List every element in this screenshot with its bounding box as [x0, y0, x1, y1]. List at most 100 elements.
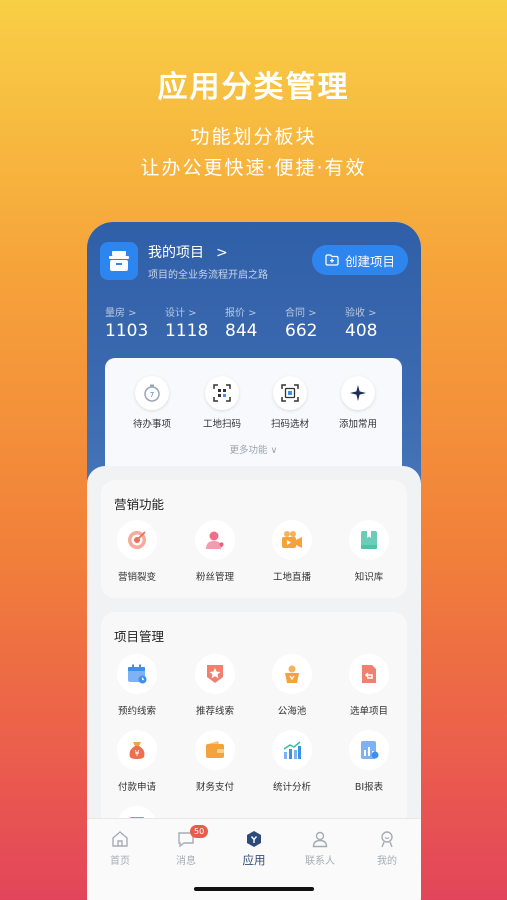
stat-value: 844 [225, 321, 258, 341]
unread-badge: 50 [190, 825, 209, 838]
app-knowledge-base[interactable]: 知识库 [333, 520, 405, 583]
app-referral-leads[interactable]: 推荐线索 [179, 654, 251, 717]
tab-messages[interactable]: 50 消息 [156, 825, 216, 867]
scan-material-icon [273, 376, 307, 410]
chevron-right-icon: > [216, 245, 228, 261]
create-project-button[interactable]: 创建项目 [312, 245, 408, 275]
app-statistics[interactable]: 统计分析 [256, 730, 328, 793]
report-icon [349, 730, 389, 770]
promo-title: 应用分类管理 [157, 70, 350, 105]
quick-site-scan[interactable]: 工地扫码 [187, 376, 257, 430]
tab-label: 首页 [110, 856, 130, 867]
plus-star-icon [341, 376, 375, 410]
stat-quote[interactable]: 报价 > 844 [225, 304, 285, 341]
home-icon [90, 829, 150, 849]
bar-chart-icon [272, 730, 312, 770]
contacts-icon [290, 829, 350, 849]
quick-scan-material[interactable]: 扫码选材 [255, 376, 325, 430]
project-description: 项目的全业务流程开启之路 [148, 270, 268, 281]
quick-add-frequent[interactable]: 添加常用 [323, 376, 393, 430]
tab-contacts[interactable]: 联系人 [290, 829, 350, 867]
book-icon [349, 520, 389, 560]
stat-measure[interactable]: 量房 > 1103 [105, 304, 165, 341]
app-label: 财务支付 [195, 782, 234, 793]
quick-label: 扫码选材 [270, 419, 309, 430]
app-label: 公海池 [277, 706, 307, 717]
tab-apps[interactable]: 应用 [224, 829, 284, 868]
target-icon [117, 520, 157, 560]
document-return-icon [349, 654, 389, 694]
project-management-section: 项目管理 预约线索 推荐线索 公海池 选单项目 ¥ 付款申请 财务支付 统计分析… [101, 612, 407, 852]
stat-label: 设计 > [165, 308, 197, 319]
app-label: 知识库 [354, 572, 384, 583]
section-title: 项目管理 [114, 629, 165, 644]
tab-home[interactable]: 首页 [90, 829, 150, 867]
app-label: 营销裂变 [117, 572, 156, 583]
app-label: 选单项目 [349, 706, 388, 717]
app-label: 统计分析 [272, 782, 311, 793]
fan-user-icon [195, 520, 235, 560]
app-label: 推荐线索 [195, 706, 234, 717]
app-label: BI报表 [354, 782, 384, 793]
profile-icon [357, 829, 417, 849]
stat-label: 报价 > [225, 308, 257, 319]
section-title: 营销功能 [114, 497, 165, 512]
apps-icon [224, 829, 284, 849]
promo-subtitle-2: 让办公更快速·便捷·有效 [140, 157, 367, 179]
promo-subtitle: 功能划分板块 [190, 126, 317, 148]
app-site-live[interactable]: 工地直播 [256, 520, 328, 583]
svg-text:¥: ¥ [134, 749, 139, 758]
more-functions-toggle[interactable]: 更多功能 ∨ [105, 442, 402, 456]
toolbox-icon [100, 242, 138, 280]
app-selected-projects[interactable]: 选单项目 [333, 654, 405, 717]
stat-label: 量房 > [105, 308, 137, 319]
quick-label: 工地扫码 [202, 419, 241, 430]
stat-value: 1103 [105, 321, 149, 341]
quick-label: 待办事项 [132, 419, 171, 430]
stat-design[interactable]: 设计 > 1118 [165, 304, 225, 341]
wallet-icon [195, 730, 235, 770]
video-camera-icon [272, 520, 312, 560]
tab-label: 应用 [242, 853, 266, 867]
tab-label: 消息 [176, 856, 196, 867]
folder-plus-icon [325, 254, 339, 266]
tab-label: 我的 [377, 856, 397, 867]
app-label: 预约线索 [117, 706, 156, 717]
bottom-tab-bar: 首页 50 消息 应用 联系人 我的 [87, 818, 421, 900]
stopwatch-icon: 7 [135, 376, 169, 410]
svg-text:7: 7 [150, 391, 154, 399]
scan-icon [205, 376, 239, 410]
app-bi-report[interactable]: BI报表 [333, 730, 405, 793]
calendar-icon [117, 654, 157, 694]
tab-label: 联系人 [305, 856, 335, 867]
quick-todo[interactable]: 7 待办事项 [117, 376, 187, 430]
app-payment-request[interactable]: ¥ 付款申请 [101, 730, 173, 793]
trophy-icon [272, 654, 312, 694]
app-fan-management[interactable]: 粉丝管理 [179, 520, 251, 583]
app-marketing-fission[interactable]: 营销裂变 [101, 520, 173, 583]
app-label: 付款申请 [117, 782, 156, 793]
app-label: 工地直播 [272, 572, 311, 583]
stat-label: 验收 > [345, 308, 377, 319]
tab-profile[interactable]: 我的 [357, 829, 417, 867]
home-indicator [194, 887, 314, 891]
stat-value: 1118 [165, 321, 209, 341]
project-stats: 量房 > 1103 设计 > 1118 报价 > 844 合同 > 662 验收… [105, 304, 405, 344]
app-appointment-leads[interactable]: 预约线索 [101, 654, 173, 717]
stat-contract[interactable]: 合同 > 662 [285, 304, 345, 341]
my-projects-link[interactable]: 我的项目 > [148, 242, 228, 262]
stat-value: 662 [285, 321, 318, 341]
app-label: 粉丝管理 [195, 572, 234, 583]
create-project-label: 创建项目 [344, 253, 395, 269]
star-badge-icon [195, 654, 235, 694]
stat-value: 408 [345, 321, 378, 341]
project-title: 我的项目 [148, 245, 204, 261]
stat-acceptance[interactable]: 验收 > 408 [345, 304, 405, 341]
marketing-section: 营销功能 营销裂变 粉丝管理 工地直播 知识库 [101, 480, 407, 598]
quick-label: 添加常用 [338, 419, 377, 430]
app-finance-payment[interactable]: 财务支付 [179, 730, 251, 793]
phone-screen: 我的项目 > 项目的全业务流程开启之路 创建项目 量房 > 1103 设计 > 1… [87, 222, 421, 900]
app-public-pool[interactable]: 公海池 [256, 654, 328, 717]
stat-label: 合同 > [285, 308, 317, 319]
money-bag-icon: ¥ [117, 730, 157, 770]
